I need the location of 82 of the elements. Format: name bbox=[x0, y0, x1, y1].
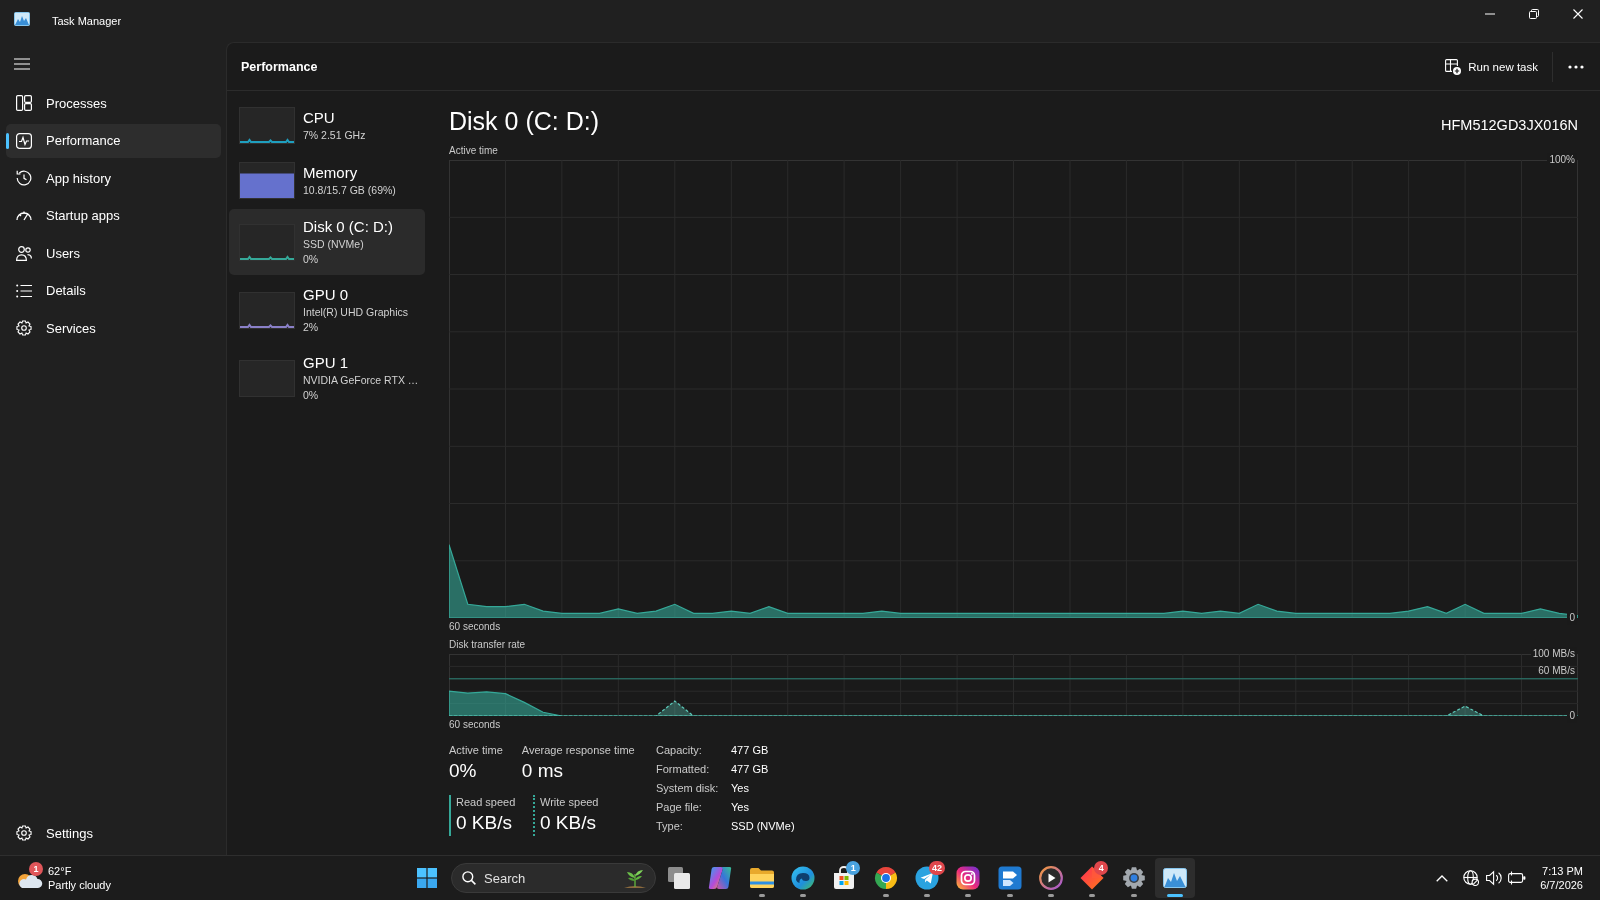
notification-badge: 1 bbox=[29, 862, 43, 876]
disk-model: HFM512GD3JX016N bbox=[1441, 117, 1578, 133]
device-item[interactable]: CPU 7% 2.51 GHz bbox=[229, 99, 425, 152]
property-value: 477 GB bbox=[731, 762, 770, 777]
device-item[interactable]: GPU 0 Intel(R) UHD Graphics 2% bbox=[229, 277, 425, 343]
chart-window-icon bbox=[1162, 868, 1187, 888]
speed-value: 0 KB/s bbox=[456, 811, 513, 835]
speed-label: Write speed bbox=[540, 795, 600, 810]
property-label: Page file: bbox=[656, 800, 703, 815]
nav-item[interactable]: Processes bbox=[6, 86, 221, 120]
swirl-icon bbox=[791, 866, 815, 890]
stat-value: 0% bbox=[449, 759, 478, 783]
nav-item[interactable]: Users bbox=[6, 236, 221, 270]
search-icon bbox=[462, 871, 476, 885]
nav-item[interactable]: Performance bbox=[6, 123, 221, 158]
users-icon bbox=[16, 245, 32, 261]
more-icon bbox=[1568, 64, 1584, 69]
minimize-icon bbox=[1485, 13, 1495, 15]
window-title: Task Manager bbox=[52, 15, 122, 27]
property-value: Yes bbox=[731, 781, 750, 796]
page-title: Performance bbox=[241, 59, 318, 74]
search-field[interactable]: Search bbox=[451, 863, 656, 893]
cog-icon bbox=[16, 320, 32, 336]
nav-item[interactable]: Startup apps bbox=[6, 198, 221, 233]
restore-icon bbox=[1529, 9, 1539, 19]
ribbon-icon bbox=[708, 866, 733, 890]
axis-title: 60 seconds bbox=[449, 620, 501, 634]
clock[interactable]: 7:13 PM 6/7/2026 bbox=[1536, 864, 1587, 892]
stat-label: Average response time bbox=[521, 743, 635, 758]
close-icon bbox=[1573, 9, 1583, 19]
weather-widget[interactable]: 1 62°F Partly cloudy bbox=[15, 862, 111, 894]
battery-icon[interactable] bbox=[1508, 871, 1527, 885]
speed-value: 0 KB/s bbox=[540, 811, 597, 835]
run-new-task-button[interactable]: Run new task bbox=[1435, 50, 1548, 83]
reference-label: 60 MB/s bbox=[1538, 663, 1575, 678]
globe-icon[interactable] bbox=[1463, 870, 1480, 886]
gear-icon bbox=[1121, 866, 1146, 890]
chart-window-icon bbox=[14, 12, 30, 26]
chevron-up-icon[interactable] bbox=[1436, 874, 1449, 882]
notification-badge: 4 bbox=[1094, 861, 1109, 875]
taskbar-app-button[interactable]: 42 bbox=[906, 858, 947, 898]
chart-title: Disk transfer rate bbox=[449, 638, 526, 652]
nav-item[interactable]: App history bbox=[6, 161, 221, 195]
taskbar-app-button[interactable] bbox=[1154, 858, 1195, 898]
device-item[interactable]: Disk 0 (C: D:) SSD (NVMe) 0% bbox=[229, 209, 425, 275]
device-item[interactable]: GPU 1 NVIDIA GeForce RTX … 0% bbox=[229, 345, 425, 411]
speaker-icon[interactable] bbox=[1486, 870, 1504, 886]
window-plus-icon bbox=[1445, 58, 1462, 75]
property-value: Yes bbox=[731, 800, 750, 815]
property-value: SSD (NVMe) bbox=[731, 819, 795, 834]
color-ring-icon bbox=[873, 866, 898, 890]
property-value: 477 GB bbox=[731, 743, 770, 758]
play-icon bbox=[1038, 866, 1063, 890]
pulse-icon bbox=[16, 132, 32, 149]
notification-badge: 42 bbox=[928, 861, 945, 875]
panels-icon bbox=[16, 95, 32, 111]
disk-title: Disk 0 (C: D:) bbox=[449, 106, 599, 137]
property-label: Type: bbox=[656, 819, 684, 834]
nav-item[interactable]: Services bbox=[6, 311, 221, 345]
history-icon bbox=[16, 170, 32, 186]
settings-item[interactable]: Settings bbox=[6, 816, 221, 850]
chart-title: Active time bbox=[449, 144, 498, 158]
property-label: Capacity: bbox=[656, 743, 703, 758]
property-label: Formatted: bbox=[656, 762, 711, 777]
stat-label: Active time bbox=[449, 743, 503, 758]
axis-title: 60 seconds bbox=[449, 718, 501, 732]
menu-icon bbox=[14, 58, 30, 70]
arrow-tile-icon bbox=[997, 866, 1022, 890]
taskbar-app-button[interactable]: 4 bbox=[1072, 858, 1113, 898]
overlapping-squares-icon bbox=[667, 866, 691, 890]
settings-icon bbox=[16, 825, 32, 841]
camera-icon bbox=[956, 866, 981, 890]
nav-item[interactable]: Details bbox=[6, 273, 221, 308]
list-icon bbox=[16, 282, 32, 299]
four-squares-icon bbox=[417, 868, 437, 888]
sprout-icon bbox=[623, 867, 647, 889]
property-label: System disk: bbox=[656, 781, 720, 796]
device-item[interactable]: Memory 10.8/15.7 GB (69%) bbox=[229, 154, 425, 207]
speed-label: Read speed bbox=[456, 795, 517, 810]
folder-icon bbox=[749, 867, 774, 889]
notification-badge: 1 bbox=[846, 861, 861, 875]
stat-value: 0 ms bbox=[521, 759, 564, 783]
